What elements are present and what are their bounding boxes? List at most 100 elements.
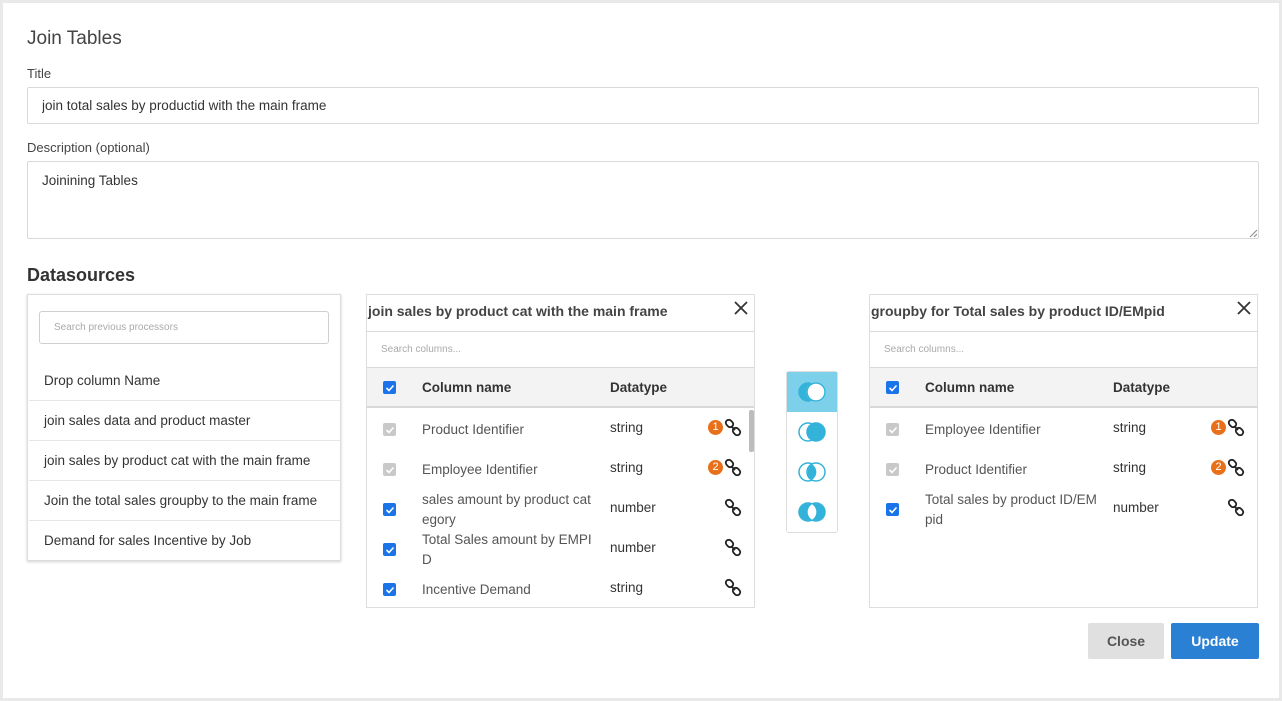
column-name-text: egory <box>422 512 456 527</box>
right-table-title: groupby for Total sales by product ID/EM… <box>871 303 1165 319</box>
link-cell: 1 <box>708 419 742 439</box>
processor-item[interactable]: Join the total sales groupby to the main… <box>29 481 340 521</box>
table-row: Employee Identifier string 2 <box>367 450 754 490</box>
column-name-text: Product Identifier <box>422 422 525 437</box>
column-name-text: Total Sales amount by EMPI <box>422 532 592 547</box>
column-name-text: Incentive Demand <box>422 582 531 597</box>
title-label: Title <box>27 66 52 81</box>
column-name-cell: Employee Identifier <box>422 460 538 480</box>
processor-search-input[interactable] <box>39 311 329 344</box>
join-tables-dialog: Join Tables Title Description (optional)… <box>3 3 1279 698</box>
link-order-badge: 2 <box>1211 460 1226 475</box>
datatype-cell: number <box>1113 500 1159 515</box>
table-row: Product Identifier string 2 <box>870 450 1257 490</box>
processor-item[interactable]: join sales data and product master <box>29 401 340 441</box>
link-icon[interactable] <box>724 459 742 477</box>
column-name-cell: sales amount by product cat egory <box>422 490 591 530</box>
column-name-text: Employee Identifier <box>925 422 1041 437</box>
datatype-cell: string <box>610 460 644 475</box>
link-order-badge: 1 <box>1211 420 1226 435</box>
column-name-cell: Product Identifier <box>422 420 524 440</box>
column-checkbox[interactable] <box>886 503 899 516</box>
datatype-header: Datatype <box>610 380 668 395</box>
column-name-text: pid <box>925 512 944 527</box>
column-name-cell: Employee Identifier <box>925 420 1041 440</box>
scrollbar-thumb[interactable] <box>749 410 754 452</box>
processor-item[interactable]: Demand for sales Incentive by Job <box>29 521 340 561</box>
column-name-cell: Total sales by product ID/EM pid <box>925 490 1097 530</box>
datatype-header: Datatype <box>1113 380 1171 395</box>
table-row: Product Identifier string 1 <box>367 410 754 450</box>
column-checkbox[interactable] <box>383 543 396 556</box>
column-checkbox <box>886 423 899 436</box>
left-join-icon <box>798 382 826 402</box>
column-checkbox <box>383 463 396 476</box>
table-row: Employee Identifier string 1 <box>870 410 1257 450</box>
link-order-badge: 2 <box>708 460 723 475</box>
outer-join-button[interactable] <box>787 492 837 532</box>
join-type-selector <box>786 371 838 533</box>
processor-item[interactable]: Drop column Name <box>29 361 340 401</box>
description-label: Description (optional) <box>27 140 150 155</box>
column-checkbox <box>383 423 396 436</box>
inner-join-icon <box>798 462 826 482</box>
column-name-cell: Total Sales amount by EMPI D <box>422 530 592 570</box>
close-icon[interactable] <box>732 299 750 317</box>
processor-list-panel: Drop column Name join sales data and pro… <box>27 294 341 561</box>
link-order-badge: 1 <box>708 420 723 435</box>
description-input[interactable]: Joinining Tables <box>27 161 1259 239</box>
left-table-header: Column name Datatype <box>367 368 754 408</box>
processor-list: Drop column Name join sales data and pro… <box>29 361 340 561</box>
column-name-cell: Product Identifier <box>925 460 1027 480</box>
close-icon[interactable] <box>1235 299 1253 317</box>
right-join-icon <box>798 422 826 442</box>
link-cell: 1 <box>1211 419 1245 439</box>
column-name-text: Product Identifier <box>925 462 1028 477</box>
right-table-body: Employee Identifier string 1 Product Identi… <box>870 410 1257 530</box>
datasources-heading: Datasources <box>27 265 136 285</box>
update-button[interactable]: Update <box>1171 623 1259 659</box>
select-all-checkbox[interactable] <box>886 381 899 394</box>
column-checkbox[interactable] <box>383 503 396 516</box>
column-checkbox <box>886 463 899 476</box>
table-row: Total Sales amount by EMPI Dnumber <box>367 530 754 570</box>
link-cell: 2 <box>708 459 742 479</box>
link-icon[interactable] <box>1227 459 1245 477</box>
right-join-button[interactable] <box>787 412 837 452</box>
title-input[interactable] <box>27 87 1259 124</box>
inner-join-button[interactable] <box>787 452 837 492</box>
link-icon[interactable] <box>1227 419 1245 437</box>
column-name-text: Employee Identifier <box>422 462 538 477</box>
column-name-text: D <box>422 552 432 567</box>
link-icon[interactable] <box>724 579 742 597</box>
resize-grip-icon[interactable] <box>1249 229 1257 237</box>
link-cell <box>708 499 742 519</box>
link-icon[interactable] <box>1227 499 1245 517</box>
select-all-checkbox[interactable] <box>383 381 396 394</box>
link-icon[interactable] <box>724 499 742 517</box>
column-name-cell: Incentive Demand <box>422 580 531 600</box>
link-icon[interactable] <box>724 419 742 437</box>
table-row: Total sales by product ID/EM pid number <box>870 490 1257 530</box>
left-join-button[interactable] <box>787 372 837 412</box>
processor-item[interactable]: join sales by product cat with the main … <box>29 441 340 481</box>
table-row: sales amount by product cat egory number <box>367 490 754 530</box>
link-cell: 2 <box>1211 459 1245 479</box>
table-row: Incentive Demand string <box>367 570 754 607</box>
datatype-cell: string <box>610 580 644 595</box>
dialog-heading: Join Tables <box>27 28 122 49</box>
link-cell <box>708 579 742 599</box>
datatype-cell: number <box>610 500 656 515</box>
left-table-panel: join sales by product cat with the main … <box>366 294 755 608</box>
column-name-header: Column name <box>422 380 512 395</box>
datatype-cell: string <box>610 420 644 435</box>
column-name-text: sales amount by product cat <box>422 492 591 507</box>
left-column-search-input[interactable] <box>367 331 754 368</box>
right-column-search-input[interactable] <box>870 331 1257 368</box>
column-checkbox[interactable] <box>383 583 396 596</box>
datatype-cell: number <box>610 540 656 555</box>
close-button[interactable]: Close <box>1088 623 1164 659</box>
link-icon[interactable] <box>724 539 742 557</box>
right-table-header: Column name Datatype <box>870 368 1257 408</box>
link-cell <box>1211 499 1245 519</box>
